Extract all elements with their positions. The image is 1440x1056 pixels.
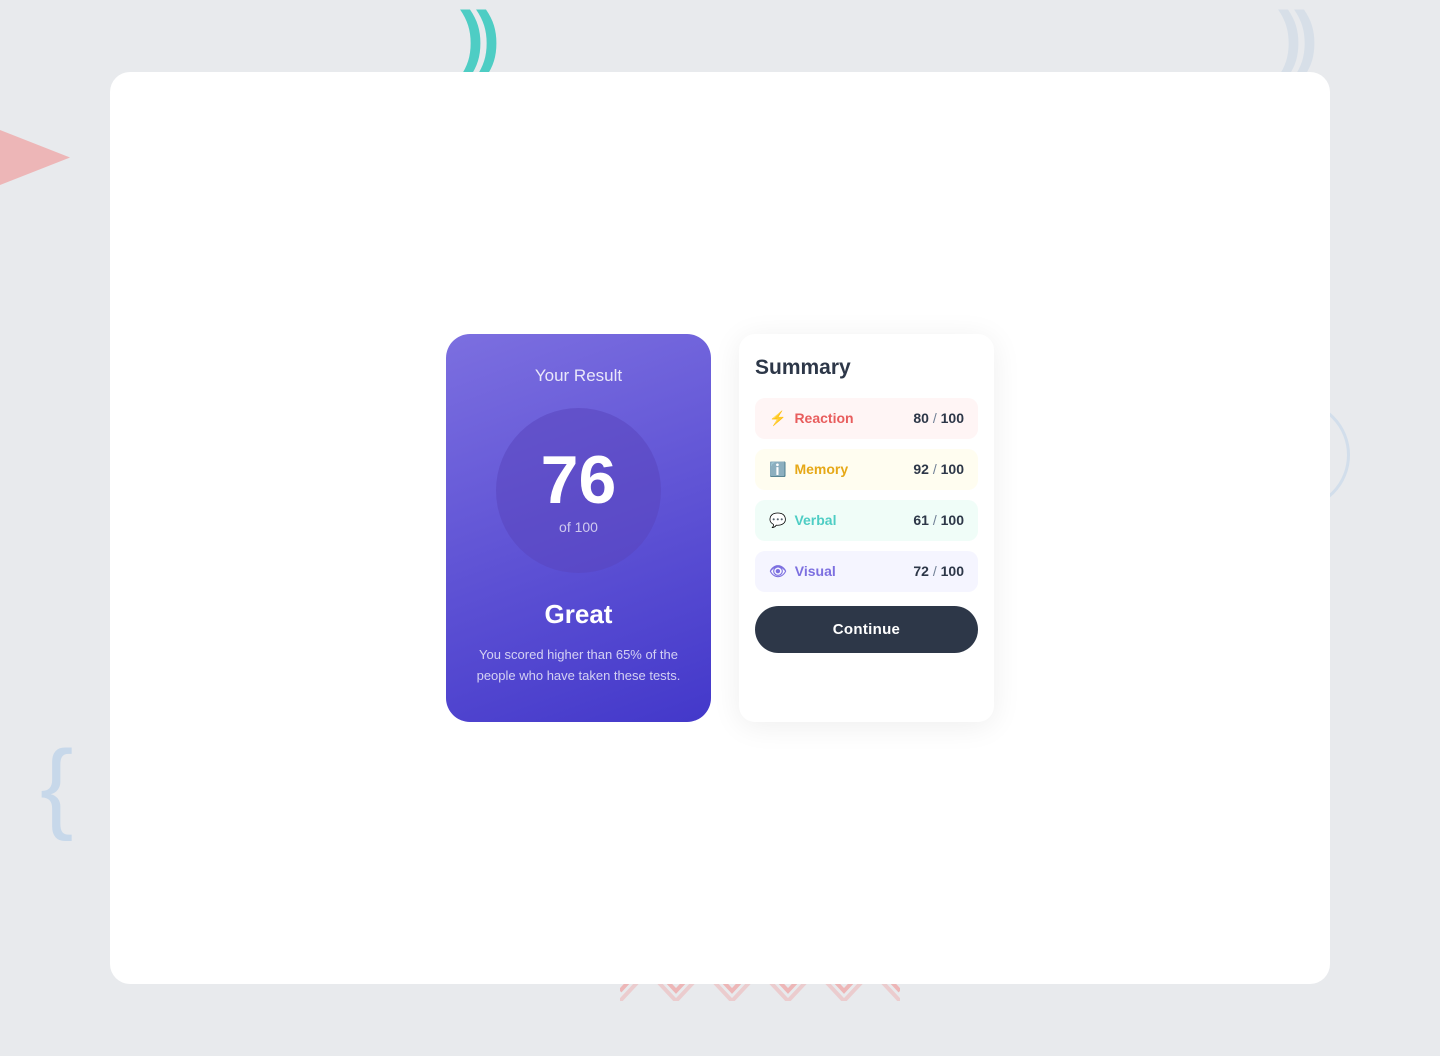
verbal-name: Verbal <box>794 512 836 528</box>
visual-icon: 👁 <box>769 563 787 580</box>
score-row-memory: ℹ️ Memory 92 / 100 <box>755 449 978 490</box>
bg-brace-left: { <box>40 736 73 836</box>
score-circle: 76 of 100 <box>496 408 661 573</box>
result-card: Your Result 76 of 100 Great You scored h… <box>446 334 711 723</box>
continue-button[interactable]: Continue <box>755 606 978 653</box>
reaction-name: Reaction <box>794 410 853 426</box>
score-row-reaction: ⚡ Reaction 80 / 100 <box>755 398 978 439</box>
reaction-icon: ⚡ <box>769 410 786 427</box>
verbal-label: 💬 Verbal <box>769 512 836 529</box>
visual-score: 72 / 100 <box>913 563 964 579</box>
summary-title: Summary <box>755 356 978 380</box>
summary-panel: Summary ⚡ Reaction 80 / 100 ℹ️ Memory 92 <box>739 334 994 723</box>
score-row-visual: 👁 Visual 72 / 100 <box>755 551 978 592</box>
memory-label: ℹ️ Memory <box>769 461 848 478</box>
memory-name: Memory <box>794 461 848 477</box>
bg-quote-teal: )) <box>460 2 492 74</box>
bg-quote-right: )) <box>1278 2 1310 74</box>
score-number: 76 <box>541 446 617 514</box>
reaction-score: 80 / 100 <box>913 410 964 426</box>
result-grade: Great <box>545 599 613 630</box>
reaction-label: ⚡ Reaction <box>769 410 854 427</box>
score-row-verbal: 💬 Verbal 61 / 100 <box>755 500 978 541</box>
memory-icon: ℹ️ <box>769 461 786 478</box>
verbal-icon: 💬 <box>769 512 786 529</box>
content-wrapper: Your Result 76 of 100 Great You scored h… <box>446 334 994 723</box>
main-container: Your Result 76 of 100 Great You scored h… <box>110 72 1330 984</box>
bg-arrow-pink <box>0 130 70 185</box>
memory-score: 92 / 100 <box>913 461 964 477</box>
result-description: You scored higher than 65% of the people… <box>470 644 687 687</box>
visual-name: Visual <box>795 563 836 579</box>
verbal-score: 61 / 100 <box>913 512 964 528</box>
score-of-label: of 100 <box>559 519 598 535</box>
result-card-title: Your Result <box>535 366 622 386</box>
visual-label: 👁 Visual <box>769 563 836 580</box>
